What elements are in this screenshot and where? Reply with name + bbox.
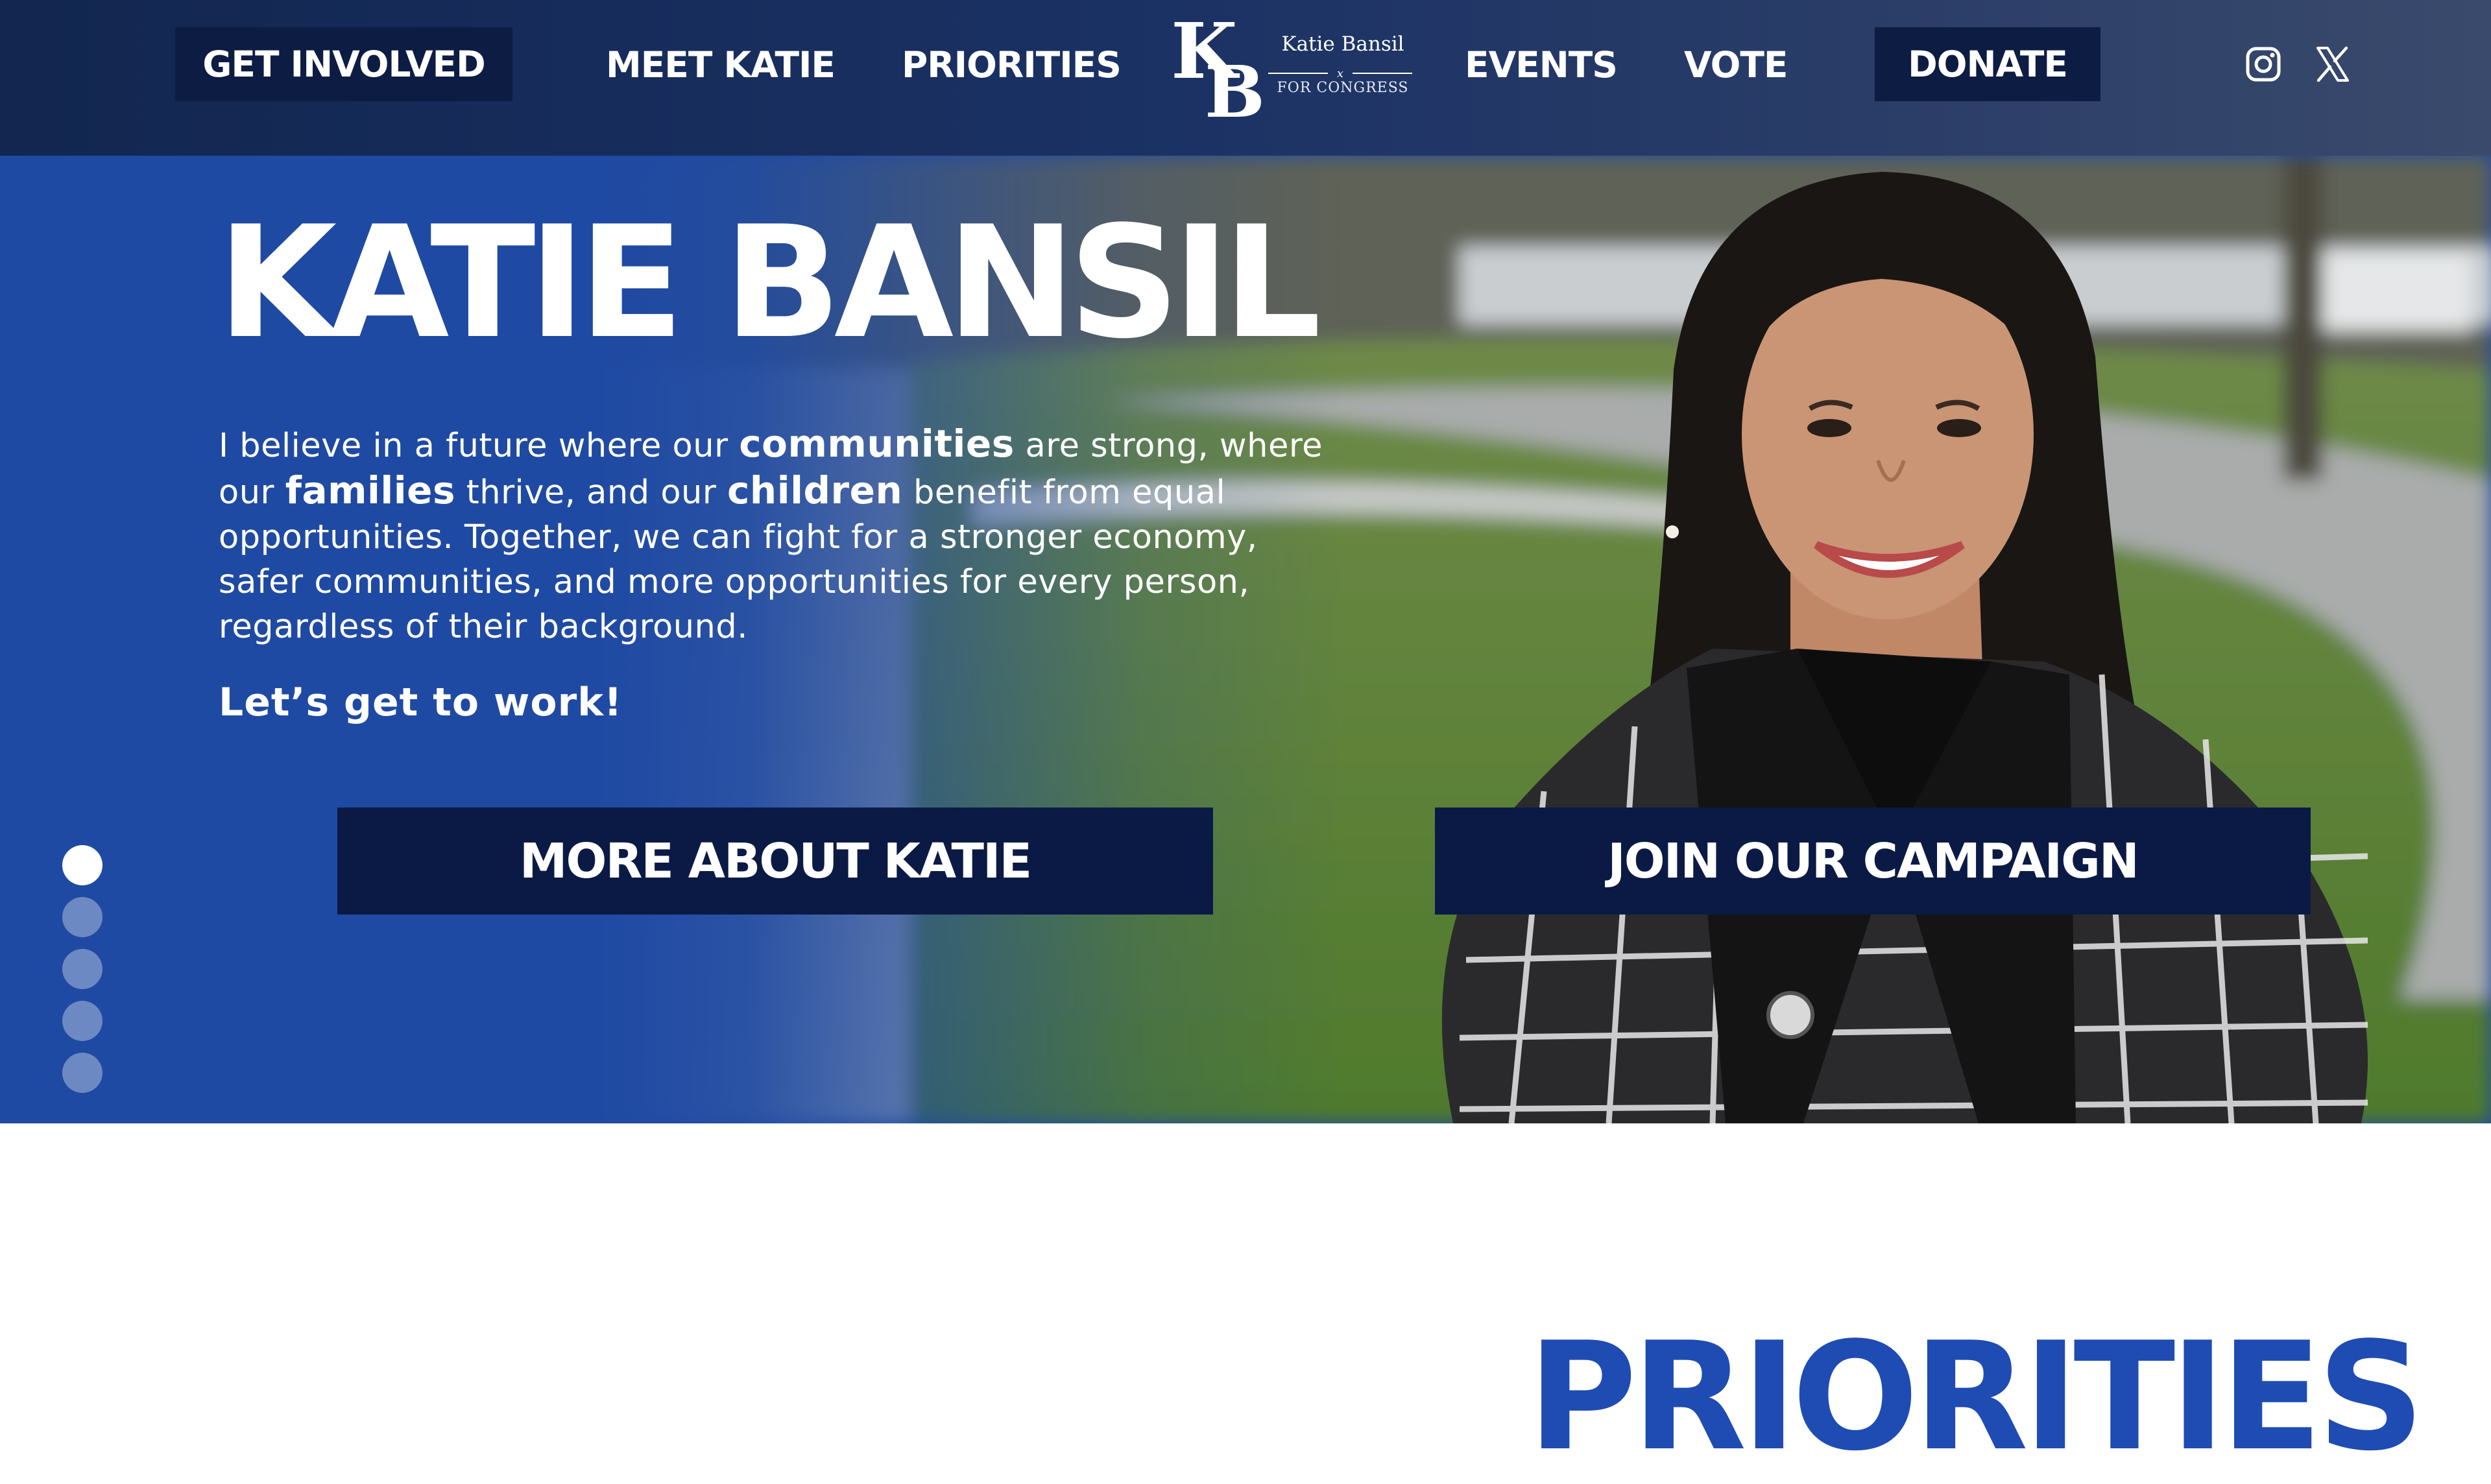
donate-button[interactable]: DONATE <box>1875 27 2100 101</box>
logo-divider: x <box>1268 68 1412 78</box>
nav-link-meet-katie[interactable]: MEET KATIE <box>606 0 836 130</box>
logo-name: Katie Bansil <box>1281 32 1404 56</box>
instagram-icon[interactable] <box>2243 44 2283 84</box>
hero-section: KATIE BANSIL I believe in a future where… <box>0 156 2491 1123</box>
join-our-campaign-button[interactable]: JOIN OUR CAMPAIGN <box>1435 808 2311 915</box>
hero-statement-text: thrive, and our <box>455 473 728 512</box>
get-involved-button[interactable]: GET INVOLVED <box>175 27 512 101</box>
more-about-katie-button[interactable]: MORE ABOUT KATIE <box>337 808 1213 915</box>
hero-statement: I believe in a future where our communit… <box>219 422 1341 649</box>
hero-statement-emphasis: communities <box>739 422 1015 466</box>
slide-dot-1[interactable] <box>62 845 102 885</box>
hero-call-to-action: Let’s get to work! <box>219 680 623 725</box>
slide-pagination <box>62 845 102 1093</box>
slide-dot-5[interactable] <box>62 1053 102 1093</box>
slide-dot-3[interactable] <box>62 949 102 989</box>
logo-divider-mark: x <box>1337 68 1343 78</box>
hero-statement-emphasis: families <box>285 468 456 512</box>
nav-link-vote[interactable]: VOTE <box>1684 0 1788 130</box>
svg-text:B: B <box>1205 50 1265 123</box>
nav-link-events[interactable]: EVENTS <box>1465 0 1618 130</box>
site-logo[interactable]: K B Katie Bansil x FOR CONGRESS <box>1164 6 1412 123</box>
kb-monogram-icon: K B <box>1171 6 1265 123</box>
site-header: GET INVOLVED MEET KATIE PRIORITIES K B K… <box>0 0 2491 156</box>
slide-dot-4[interactable] <box>62 1001 102 1041</box>
priorities-heading: PRIORITIES <box>1528 1311 2425 1484</box>
hero-title: KATIE BANSIL <box>217 193 1321 373</box>
slide-dot-2[interactable] <box>62 897 102 937</box>
hero-statement-emphasis: children <box>727 468 903 512</box>
logo-subtitle: FOR CONGRESS <box>1277 80 1409 96</box>
nav-link-priorities[interactable]: PRIORITIES <box>902 0 1122 130</box>
x-icon[interactable] <box>2313 44 2353 84</box>
hero-statement-text: I believe in a future where our <box>219 427 740 465</box>
